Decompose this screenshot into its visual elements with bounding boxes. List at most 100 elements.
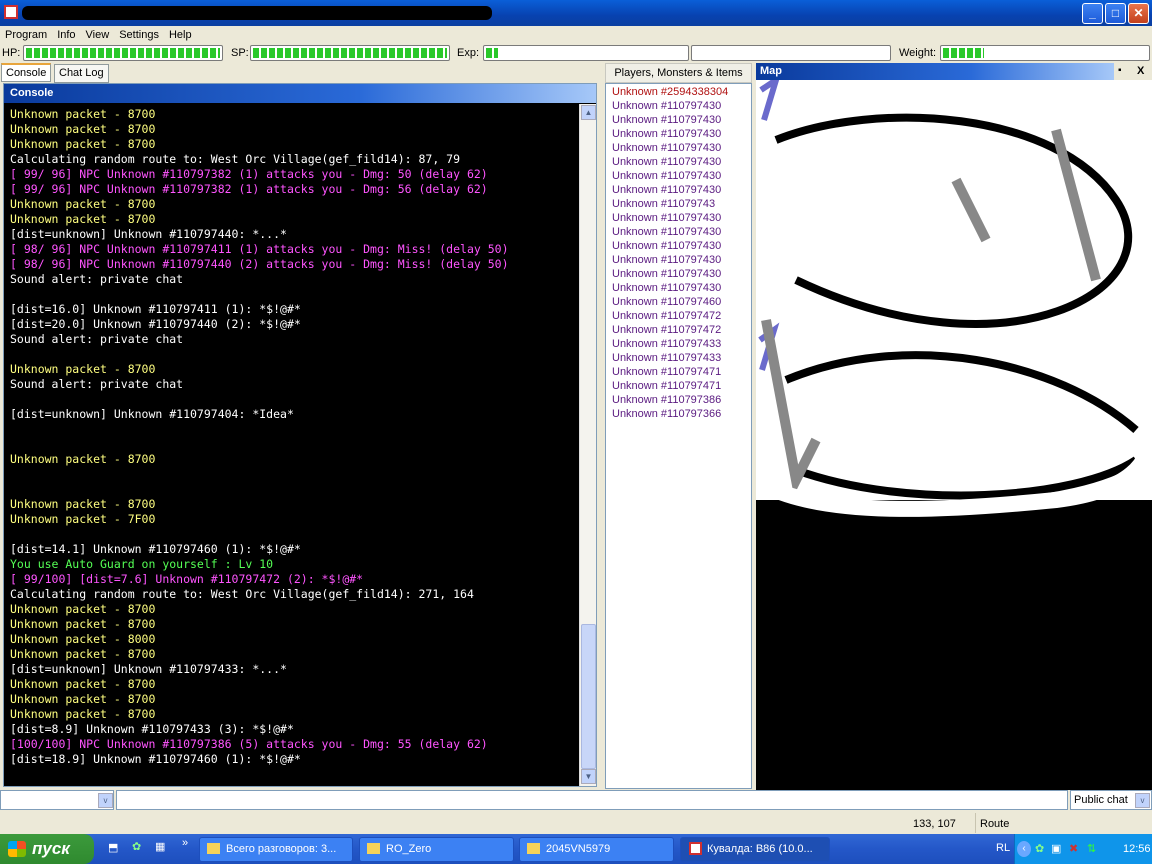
console-line: [ 99/ 96] NPC Unknown #110797382 (1) att…: [10, 167, 488, 181]
menu-program[interactable]: Program: [0, 27, 52, 43]
console-line: [ 99/100] [dist=7.6] Unknown #110797472 …: [10, 572, 364, 586]
target-select[interactable]: v: [0, 790, 114, 810]
console-line: [dist=14.1] Unknown #110797460 (1): *$!@…: [10, 542, 301, 556]
menu-settings[interactable]: Settings: [114, 27, 164, 43]
list-item[interactable]: Unknown #110797366: [612, 407, 751, 421]
weight-bar: [940, 45, 1150, 61]
list-item[interactable]: Unknown #110797430: [612, 239, 751, 253]
network-disconnected-icon[interactable]: ✖: [1069, 834, 1078, 864]
list-item[interactable]: Unknown #110797433: [612, 337, 751, 351]
tab-console[interactable]: Console: [1, 63, 52, 82]
icq-icon[interactable]: ✿: [132, 840, 141, 853]
language-indicator[interactable]: RL: [996, 842, 1010, 854]
divider: [975, 813, 976, 833]
sp-bar: [250, 45, 450, 61]
tray-expand-icon[interactable]: ‹: [1017, 841, 1031, 857]
list-item[interactable]: Unknown #110797430: [612, 267, 751, 281]
console-scrollbar[interactable]: ▲ ▼: [579, 104, 596, 786]
map-title: Map: [760, 65, 782, 77]
chevron-down-icon[interactable]: v: [1135, 793, 1150, 808]
list-item[interactable]: Unknown #110797430: [612, 253, 751, 267]
task-folder[interactable]: 2045VN5979: [519, 837, 674, 862]
console-line: [dist=8.9] Unknown #110797433 (3): *$!@#…: [10, 722, 294, 736]
map-view[interactable]: [756, 80, 1152, 790]
list-item[interactable]: Unknown #110797472: [612, 309, 751, 323]
list-item[interactable]: Unknown #110797430: [612, 127, 751, 141]
menu-help[interactable]: Help: [164, 27, 197, 43]
list-item[interactable]: Unknown #2594338304: [612, 85, 751, 99]
map-close-button[interactable]: X: [1137, 65, 1144, 77]
map-restore-button[interactable]: ▪: [1118, 65, 1122, 76]
folder-chat-icon: [207, 843, 220, 854]
console-header: Console: [4, 84, 596, 103]
network-icon[interactable]: ▣: [1051, 834, 1061, 864]
list-item[interactable]: Unknown #110797430: [612, 99, 751, 113]
list-item[interactable]: Unknown #110797471: [612, 379, 751, 393]
console-line: [ 98/ 96] NPC Unknown #110797411 (1) att…: [10, 242, 509, 256]
sp-label: SP:: [231, 47, 249, 59]
console-line: [dist=18.9] Unknown #110797460 (1): *$!@…: [10, 752, 301, 766]
list-item[interactable]: Unknown #110797472: [612, 323, 751, 337]
console-line: [100/100] NPC Unknown #110797386 (5) att…: [10, 737, 488, 751]
list-item[interactable]: Unknown #110797433: [612, 351, 751, 365]
map-header: Map: [756, 63, 1114, 80]
calendar-icon[interactable]: ▦: [155, 840, 165, 853]
list-item[interactable]: Unknown #110797430: [612, 169, 751, 183]
quicklaunch-icon[interactable]: ⬒: [108, 841, 118, 854]
message-input[interactable]: [116, 790, 1068, 810]
list-item[interactable]: Unknown #110797430: [612, 211, 751, 225]
close-button[interactable]: ✕: [1128, 3, 1149, 24]
players-list[interactable]: Unknown #2594338304 Unknown #110797430 Unk…: [605, 83, 752, 789]
transfer-icon[interactable]: ⇅: [1087, 834, 1096, 864]
list-item[interactable]: Unknown #110797430: [612, 281, 751, 295]
list-item[interactable]: Unknown #110797430: [612, 113, 751, 127]
console-line: Calculating random route to: West Orc Vi…: [10, 587, 474, 601]
menu-view[interactable]: View: [81, 27, 115, 43]
scroll-thumb[interactable]: [581, 624, 596, 769]
console-line: Unknown packet - 8700: [10, 647, 156, 661]
list-item[interactable]: Unknown #110797430: [612, 183, 751, 197]
chevron-more-icon[interactable]: »: [182, 837, 188, 849]
console-line: Unknown packet - 7F00: [10, 512, 156, 526]
console-line: Unknown packet - 8700: [10, 107, 156, 121]
tab-chat-log[interactable]: Chat Log: [54, 64, 109, 83]
task-ro-zero[interactable]: RO_Zero: [359, 837, 514, 862]
status-bar: 133, 107 Route: [0, 813, 1152, 834]
chat-mode-select[interactable]: Public chat v: [1070, 790, 1152, 810]
menu-info[interactable]: Info: [52, 27, 80, 43]
list-item[interactable]: Unknown #110797471: [612, 365, 751, 379]
list-item[interactable]: Unknown #110797430: [612, 155, 751, 169]
list-item[interactable]: Unknown #110797460: [612, 295, 751, 309]
task-openkore[interactable]: Кувалда: B86 (10.0...: [680, 837, 830, 862]
taskbar: пуск ⬒ ✿ ▦ » Всего разговоров: 3... RO_Z…: [0, 834, 1152, 864]
console-line: Unknown packet - 8700: [10, 137, 156, 151]
console-line: [dist=unknown] Unknown #110797440: *...*: [10, 227, 287, 241]
chevron-down-icon[interactable]: v: [98, 793, 113, 808]
console-line: [dist=20.0] Unknown #110797440 (2): *$!@…: [10, 317, 301, 331]
menu-bar: Program Info View Settings Help: [0, 27, 197, 43]
weight-label: Weight:: [899, 47, 937, 59]
console-line: Unknown packet - 8700: [10, 692, 156, 706]
minimize-button[interactable]: _: [1082, 3, 1103, 24]
list-item[interactable]: Unknown #110797386: [612, 393, 751, 407]
icq-tray-icon[interactable]: ✿: [1035, 834, 1044, 864]
list-item[interactable]: Unknown #11079743: [612, 197, 751, 211]
hp-label: HP:: [2, 47, 21, 59]
scroll-up-button[interactable]: ▲: [581, 105, 596, 120]
console-line: Unknown packet - 8700: [10, 497, 156, 511]
task-chat[interactable]: Всего разговоров: 3...: [199, 837, 353, 862]
players-header[interactable]: Players, Monsters & Items: [605, 63, 752, 83]
console-line: Calculating random route to: West Orc Vi…: [10, 152, 461, 166]
scroll-down-button[interactable]: ▼: [581, 769, 596, 784]
list-item[interactable]: Unknown #110797430: [612, 225, 751, 239]
start-button[interactable]: пуск: [0, 834, 94, 864]
clock: 12:56: [1123, 843, 1151, 855]
list-item[interactable]: Unknown #110797430: [612, 141, 751, 155]
console-line: [ 99/ 96] NPC Unknown #110797382 (1) att…: [10, 182, 488, 196]
console-line: Unknown packet - 8700: [10, 362, 156, 376]
maximize-button[interactable]: □: [1105, 3, 1126, 24]
